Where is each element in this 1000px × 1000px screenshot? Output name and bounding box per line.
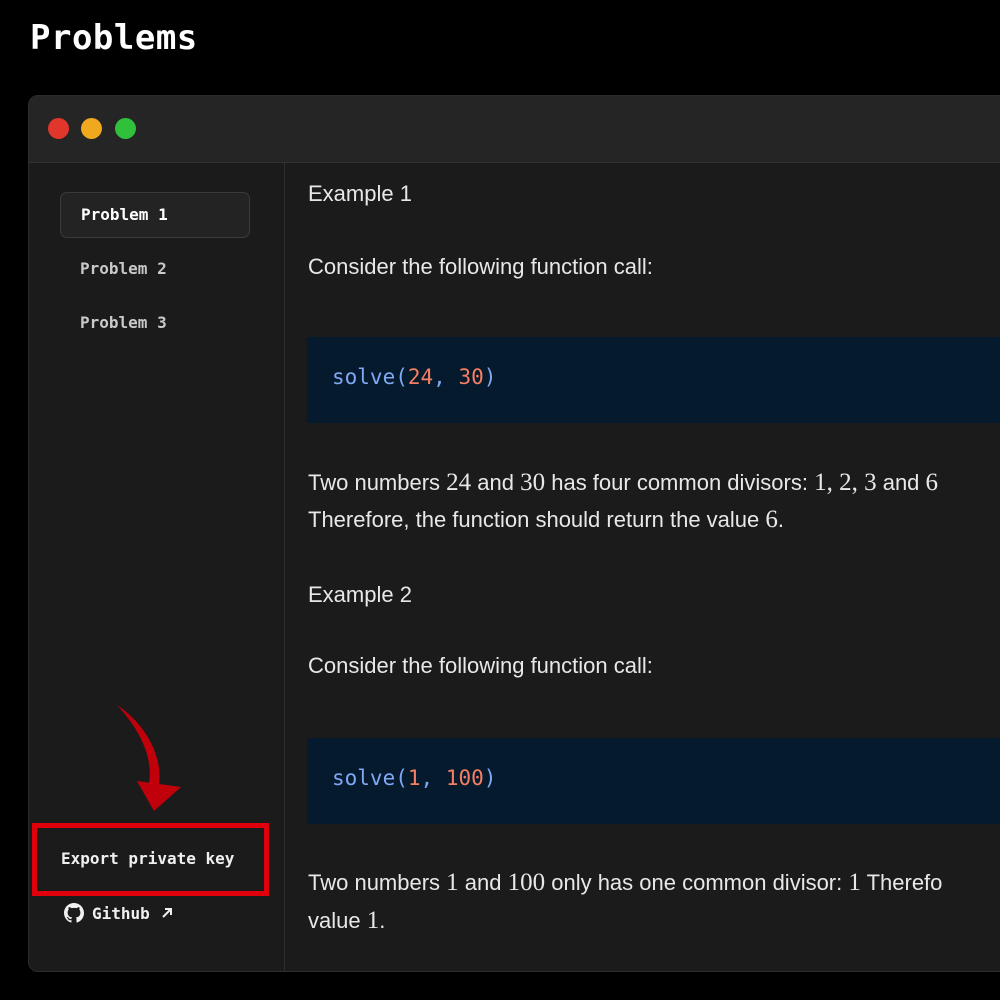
text: . — [777, 507, 785, 532]
example-2-explanation-line-1: Two numbers 1 and 100 only has one commo… — [308, 869, 942, 897]
github-link[interactable]: Github — [64, 903, 174, 923]
minimize-window-button[interactable] — [81, 118, 102, 139]
code-arg-1: 24 — [407, 365, 434, 389]
code-function-name: solve — [332, 365, 396, 389]
window-titlebar — [29, 96, 1000, 163]
code-arg-2: 30 — [458, 365, 484, 389]
sidebar-item-problem-3[interactable]: Problem 3 — [60, 300, 250, 346]
close-window-button[interactable] — [48, 118, 69, 139]
math-value: 24 — [446, 469, 472, 496]
math-value: 3 — [864, 469, 877, 496]
math-value: 6 — [925, 469, 939, 496]
code-block-example-2: solve(1, 100) — [307, 738, 1000, 824]
text: Therefore, the function should return th… — [308, 507, 766, 532]
example-1-heading: Example 1 — [308, 181, 412, 206]
sidebar-item-problem-1[interactable]: Problem 1 — [60, 192, 250, 238]
code-separator: , — [433, 365, 459, 389]
example-2-intro: Consider the following function call: — [308, 653, 653, 678]
code-paren-open: ( — [395, 766, 408, 790]
text: has four common divisors: — [545, 470, 815, 495]
math-value: 1 — [848, 869, 861, 896]
example-2-heading: Example 2 — [308, 582, 412, 607]
math-value: 1 — [814, 469, 827, 496]
example-1-intro: Consider the following function call: — [308, 254, 653, 279]
text: Therefo — [860, 870, 943, 895]
code-example-2: solve(1, 100) — [332, 766, 496, 790]
text: and — [471, 470, 521, 495]
math-value: 30 — [520, 469, 546, 496]
math-sep: , — [851, 469, 865, 496]
example-2-explanation-line-2: value 1. — [308, 907, 385, 935]
external-link-icon — [162, 908, 172, 918]
page-title: Problems — [30, 18, 198, 58]
math-value: 2 — [839, 469, 852, 496]
app-window: Problem 1 Problem 2 Problem 3 Export pri… — [28, 95, 1000, 972]
sidebar-item-problem-2[interactable]: Problem 2 — [60, 246, 250, 292]
example-1-explanation-line-1: Two numbers 24 and 30 has four common di… — [308, 469, 938, 497]
text: value — [308, 908, 367, 933]
red-arrow-annotation — [117, 705, 181, 811]
text: only has one common divisor: — [545, 870, 849, 895]
code-function-name: solve — [332, 766, 396, 790]
example-1-explanation-line-2: Therefore, the function should return th… — [308, 506, 784, 534]
problem-content: Example 1 Consider the following functio… — [285, 163, 1000, 971]
math-sep: , — [826, 469, 840, 496]
code-arg-1: 1 — [407, 766, 421, 790]
code-separator: , — [420, 766, 446, 790]
code-paren-open: ( — [395, 365, 408, 389]
code-example-1: solve(24, 30) — [332, 365, 496, 389]
text: and — [876, 470, 926, 495]
sidebar: Problem 1 Problem 2 Problem 3 Export pri… — [29, 163, 285, 971]
github-label: Github — [92, 903, 150, 923]
math-value: 100 — [507, 869, 546, 896]
math-value: 1 — [446, 869, 459, 896]
code-block-example-1: solve(24, 30) — [307, 337, 1000, 423]
code-arg-2: 100 — [445, 766, 484, 790]
text: Two numbers — [308, 470, 447, 495]
text: . — [379, 908, 386, 933]
code-paren-close: ) — [483, 365, 497, 389]
maximize-window-button[interactable] — [115, 118, 136, 139]
math-value: 1 — [366, 907, 380, 934]
text: and — [458, 870, 508, 895]
math-value: 6 — [765, 506, 778, 533]
github-icon — [64, 903, 84, 923]
export-private-key-button[interactable]: Export private key — [61, 849, 234, 868]
text: Two numbers — [308, 870, 447, 895]
code-paren-close: ) — [483, 766, 497, 790]
